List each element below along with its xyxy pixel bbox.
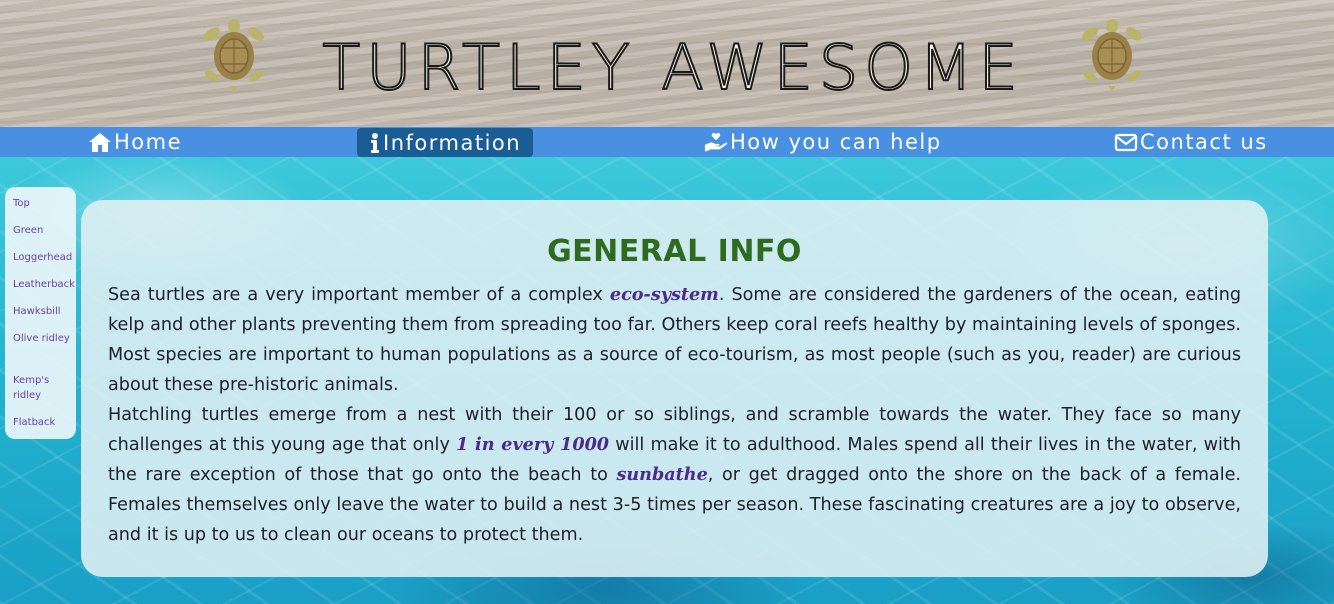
envelope-icon (1114, 133, 1138, 152)
nav-contact-us-label: Contact us (1140, 130, 1268, 154)
nav-how-you-can-help-label: How you can help (730, 130, 942, 154)
side-nav-kemps-ridley[interactable]: Kemp's ridley (13, 373, 75, 403)
nav-information-label: Information (383, 130, 522, 155)
info-icon (371, 132, 379, 153)
nav-contact-us[interactable]: Contact us (1114, 127, 1268, 157)
side-nav-loggerhead[interactable]: Loggerhead (13, 250, 75, 265)
content-panel: GENERAL INFO Sea turtles are a very impo… (81, 200, 1268, 577)
side-nav-leatherback[interactable]: Leatherback (13, 277, 75, 292)
site-header: TURTLEY AWESOME (0, 0, 1334, 127)
helping-hand-icon (704, 132, 728, 152)
main-nav: Home Information How you can help Contac… (0, 127, 1334, 157)
paragraph-ecosystem: Sea turtles are a very important member … (108, 280, 1241, 400)
nav-home[interactable]: Home (88, 127, 182, 157)
nav-how-you-can-help[interactable]: How you can help (704, 127, 942, 157)
side-nav-flatback[interactable]: Flatback (13, 415, 75, 430)
side-nav-top[interactable]: Top (13, 196, 75, 211)
highlight-survival-rate: 1 in every 1000 (456, 434, 610, 455)
side-nav: Top Green Loggerhead Leatherback Hawksbi… (5, 187, 76, 439)
nav-home-label: Home (114, 130, 183, 154)
turtle-logo-icon (204, 19, 264, 92)
home-icon (89, 133, 111, 152)
side-nav-green[interactable]: Green (13, 223, 75, 238)
paragraph-hatchlings: Hatchling turtles emerge from a nest wit… (108, 400, 1241, 550)
highlight-eco-system: eco-system (609, 284, 719, 305)
site-title: TURTLEY AWESOME (321, 30, 1024, 105)
page-heading: GENERAL INFO (547, 234, 802, 269)
highlight-sunbathe: sunbathe (616, 464, 708, 485)
nav-information[interactable]: Information (357, 128, 534, 157)
paragraph-text: Sea turtles are a very important member … (108, 285, 610, 305)
turtle-logo-icon (1082, 19, 1142, 92)
side-nav-hawksbill[interactable]: Hawksbill (13, 304, 75, 319)
side-nav-olive-ridley[interactable]: Olive ridley (13, 331, 75, 346)
